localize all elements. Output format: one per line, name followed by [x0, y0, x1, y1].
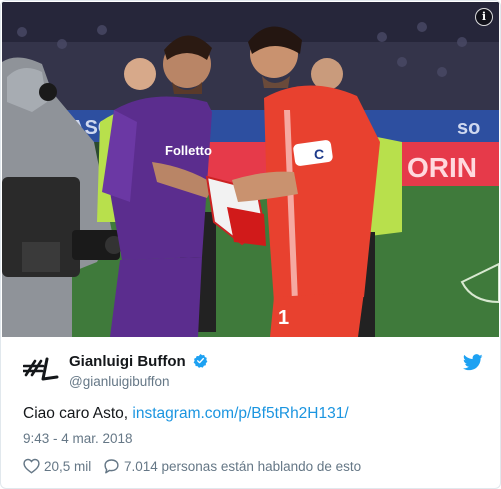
tweet-text-body: Ciao caro Asto, [23, 405, 133, 422]
tweet-timestamp[interactable]: 9:43 - 4 mar. 2018 [23, 431, 133, 446]
like-count: 20,5 mil [44, 458, 92, 474]
tweet-header: Gianluigi Buffon @gianluigibuffon [23, 351, 483, 391]
embedded-tweet-card: ASO so ORIN Folletto C 1 i Gianluigi Buf… [0, 0, 501, 489]
shorts-number: 1 [278, 307, 289, 329]
banner-text-2: so [457, 117, 480, 139]
banner-text-3: ORIN [407, 152, 477, 183]
conversation-button[interactable]: 7.014 personas están hablando de esto [103, 458, 361, 474]
tweet-link[interactable]: instagram.com/p/Bf5tRh2H131/ [132, 405, 348, 422]
jersey-sponsor: Folletto [165, 143, 212, 158]
captain-band: C [314, 146, 324, 162]
author-name[interactable]: Gianluigi Buffon [69, 353, 186, 370]
verified-badge-icon [193, 353, 208, 368]
speech-bubble-icon [104, 459, 119, 474]
author-name-row[interactable]: Gianluigi Buffon [69, 353, 208, 370]
tweet-text: Ciao caro Asto, instagram.com/p/Bf5tRh2H… [23, 405, 349, 423]
author-handle[interactable]: @gianluigibuffon [69, 374, 170, 389]
info-icon[interactable]: i [475, 8, 493, 26]
photo-illustration: ASO so ORIN Folletto C 1 [2, 2, 499, 337]
talking-count: 7.014 personas están hablando de esto [124, 458, 362, 474]
heart-icon [23, 458, 40, 474]
like-button[interactable]: 20,5 mil [23, 458, 91, 474]
twitter-bird-icon[interactable] [463, 354, 483, 371]
author-avatar-logo[interactable] [23, 355, 59, 383]
tweet-photo[interactable]: ASO so ORIN Folletto C 1 i [2, 2, 499, 337]
